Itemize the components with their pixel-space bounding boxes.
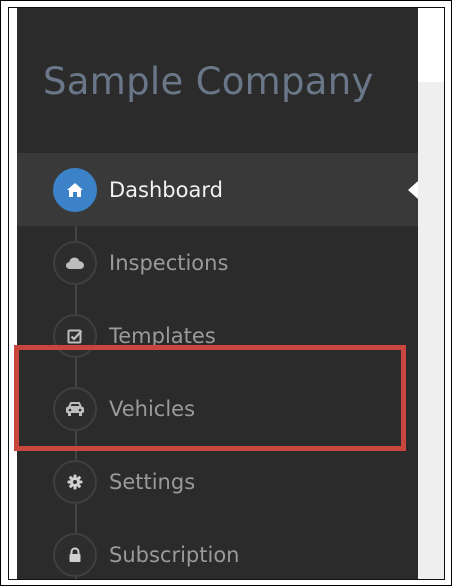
sidebar-item-label: Templates [109,323,216,348]
home-icon [53,167,97,212]
sidebar: Sample Company Dashboard Inspections Tem… [17,8,418,579]
main-content-area [418,82,444,579]
lock-icon [53,532,97,577]
sidebar-nav: Dashboard Inspections Templates Vehicles… [17,153,418,579]
sidebar-item-dashboard[interactable]: Dashboard [17,153,418,226]
gear-icon [53,459,97,504]
car-icon [53,386,97,431]
sidebar-item-label: Settings [109,469,196,494]
cloud-icon [53,240,97,285]
sidebar-item-label: Dashboard [109,177,223,202]
sidebar-item-label: Vehicles [109,396,196,421]
sidebar-item-vehicles[interactable]: Vehicles [17,372,418,445]
screenshot-frame: Sample Company Dashboard Inspections Tem… [0,0,452,586]
sidebar-item-subscription[interactable]: Subscription [17,518,418,579]
app-window: Sample Company Dashboard Inspections Tem… [8,7,445,580]
checkbox-icon [53,313,97,358]
sidebar-item-label: Inspections [109,250,229,275]
sidebar-item-inspections[interactable]: Inspections [17,226,418,299]
sidebar-item-label: Subscription [109,542,240,567]
brand-title: Sample Company [43,60,374,103]
sidebar-item-settings[interactable]: Settings [17,445,418,518]
sidebar-item-templates[interactable]: Templates [17,299,418,372]
